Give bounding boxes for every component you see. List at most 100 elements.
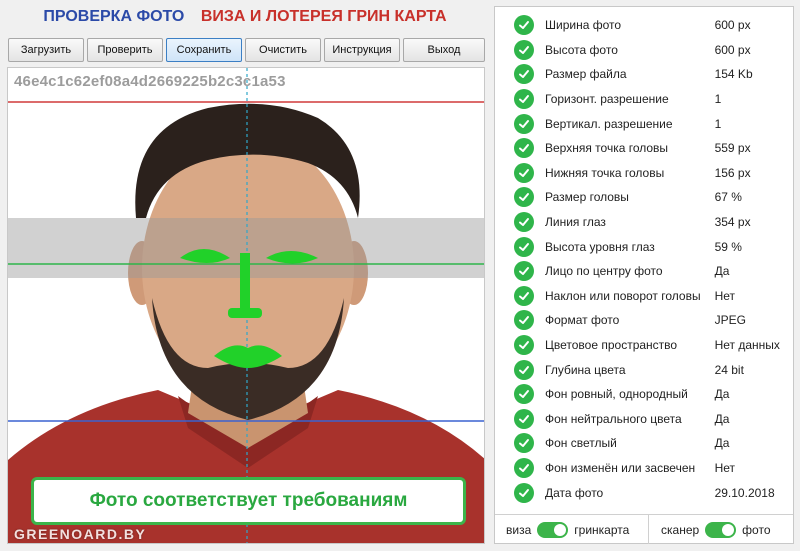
- check-row: Ширина фото 600 px: [495, 13, 793, 38]
- check-circle-icon: [514, 433, 534, 454]
- check-row: Фон ровный, однородный Да: [495, 382, 793, 407]
- check-circle-icon: [514, 236, 534, 257]
- check-row: Фон изменён или засвечен Нет: [495, 456, 793, 481]
- save-button[interactable]: Сохранить: [166, 38, 242, 62]
- check-row: Фон нейтрального цвета Да: [495, 407, 793, 432]
- check-circle-icon: [514, 384, 534, 405]
- check-circle-icon: [514, 285, 534, 306]
- nose-base-marker: [228, 308, 262, 318]
- check-row: Линия глаз 354 px: [495, 210, 793, 235]
- check-row: Цветовое пространство Нет данных: [495, 333, 793, 358]
- instructions-button[interactable]: Инструкция: [324, 38, 400, 62]
- check-value: 600 px: [714, 18, 751, 33]
- check-circle-icon: [514, 162, 534, 183]
- scanner-photo-switch[interactable]: [705, 521, 737, 538]
- photo-preview: 46e4c1c62ef08a4d2669225b2c3c1a53 Фото со…: [7, 67, 485, 544]
- result-banner: Фото соответствует требованиям: [31, 477, 466, 525]
- check-value: Да: [714, 411, 730, 426]
- check-label: Размер файла: [545, 67, 627, 82]
- check-circle-icon: [514, 187, 534, 208]
- check-list: Ширина фото 600 px Высота фото 600 px Размер…: [495, 13, 793, 505]
- greencard-label: гринкарта: [574, 522, 630, 537]
- check-circle-icon: [514, 64, 534, 85]
- check-label: Формат фото: [545, 313, 620, 328]
- check-circle-icon: [514, 359, 534, 380]
- check-label: Цветовое пространство: [545, 338, 678, 353]
- check-value: 1: [714, 116, 722, 131]
- check-circle-icon: [514, 15, 534, 36]
- check-circle-icon: [514, 457, 534, 478]
- check-circle-icon: [514, 89, 534, 110]
- check-label: Глубина цвета: [545, 362, 626, 377]
- scanner-photo-toggle-group: сканер фото: [649, 515, 771, 544]
- check-label: Фон светлый: [545, 436, 617, 451]
- check-row: Глубина цвета 24 bit: [495, 357, 793, 382]
- app-header: ПРОВЕРКА ФОТО ВИЗА И ЛОТЕРЕЯ ГРИН КАРТА: [0, 8, 490, 30]
- header-title-right: ВИЗА И ЛОТЕРЕЯ ГРИН КАРТА: [200, 8, 447, 25]
- check-value: Нет данных: [714, 338, 780, 353]
- check-circle-icon: [514, 335, 534, 356]
- check-value: 559 px: [714, 141, 751, 156]
- check-label: Высота уровня глаз: [545, 239, 655, 254]
- check-row: Горизонт. разрешение 1: [495, 87, 793, 112]
- check-label: Вертикал. разрешение: [545, 116, 673, 131]
- check-row: Размер файла 154 Kb: [495, 62, 793, 87]
- check-label: Размер головы: [545, 190, 629, 205]
- check-label: Верхняя точка головы: [545, 141, 669, 156]
- check-value: Нет: [714, 288, 736, 303]
- switch-knob: [554, 523, 567, 536]
- check-label: Дата фото: [545, 485, 604, 500]
- check-row: Нижняя точка головы 156 px: [495, 161, 793, 186]
- check-circle-icon: [514, 39, 534, 60]
- check-value: 29.10.2018: [714, 485, 775, 500]
- check-row: Высота уровня глаз 59 %: [495, 234, 793, 259]
- switch-knob: [722, 523, 735, 536]
- check-label: Высота фото: [545, 42, 618, 57]
- portrait-photo: [8, 68, 484, 543]
- visa-greencard-switch[interactable]: [537, 521, 569, 538]
- check-value: Да: [714, 436, 730, 451]
- check-label: Нижняя точка головы: [545, 165, 665, 180]
- check-value: 600 px: [714, 42, 751, 57]
- check-row: Дата фото 29.10.2018: [495, 480, 793, 505]
- check-value: 1: [714, 92, 722, 107]
- check-value: 156 px: [714, 165, 751, 180]
- watermark-logo: GREENOARD.BY: [14, 526, 147, 542]
- check-circle-icon: [514, 408, 534, 429]
- check-label: Наклон или поворот головы: [545, 288, 701, 303]
- check-label: Ширина фото: [545, 18, 622, 33]
- check-row: Наклон или поворот головы Нет: [495, 284, 793, 309]
- check-label: Фон ровный, однородный: [545, 387, 688, 402]
- check-value: 67 %: [714, 190, 742, 205]
- check-value: Да: [714, 264, 730, 279]
- check-row: Фон светлый Да: [495, 431, 793, 456]
- check-circle-icon: [514, 482, 534, 503]
- check-row: Лицо по центру фото Да: [495, 259, 793, 284]
- check-button[interactable]: Проверить: [87, 38, 163, 62]
- check-value: 154 Kb: [714, 67, 753, 82]
- check-label: Горизонт. разрешение: [545, 92, 669, 107]
- photo-label: фото: [742, 522, 771, 537]
- visa-greencard-toggle-group: виза гринкарта: [495, 515, 649, 544]
- scanner-label: сканер: [661, 522, 700, 537]
- check-circle-icon: [514, 113, 534, 134]
- load-button[interactable]: Загрузить: [8, 38, 84, 62]
- check-value: 59 %: [714, 239, 742, 254]
- check-label: Линия глаз: [545, 215, 606, 230]
- check-value: Да: [714, 387, 730, 402]
- check-circle-icon: [514, 138, 534, 159]
- check-results-panel: Ширина фото 600 px Высота фото 600 px Размер…: [494, 6, 794, 544]
- check-label: Фон изменён или засвечен: [545, 460, 696, 475]
- exit-button[interactable]: Выход: [403, 38, 485, 62]
- check-row: Вертикал. разрешение 1: [495, 111, 793, 136]
- check-label: Лицо по центру фото: [545, 264, 663, 279]
- clear-button[interactable]: Очистить: [245, 38, 321, 62]
- photo-hash: 46e4c1c62ef08a4d2669225b2c3c1a53: [14, 73, 286, 90]
- check-value: 24 bit: [714, 362, 744, 377]
- visa-label: виза: [506, 522, 532, 537]
- toolbar: Загрузить Проверить Сохранить Очистить И…: [8, 38, 486, 62]
- header-title-left: ПРОВЕРКА ФОТО: [43, 8, 185, 25]
- photo-check-app: ПРОВЕРКА ФОТО ВИЗА И ЛОТЕРЕЯ ГРИН КАРТА …: [0, 0, 800, 551]
- check-value: JPEG: [714, 313, 746, 328]
- check-circle-icon: [514, 310, 534, 331]
